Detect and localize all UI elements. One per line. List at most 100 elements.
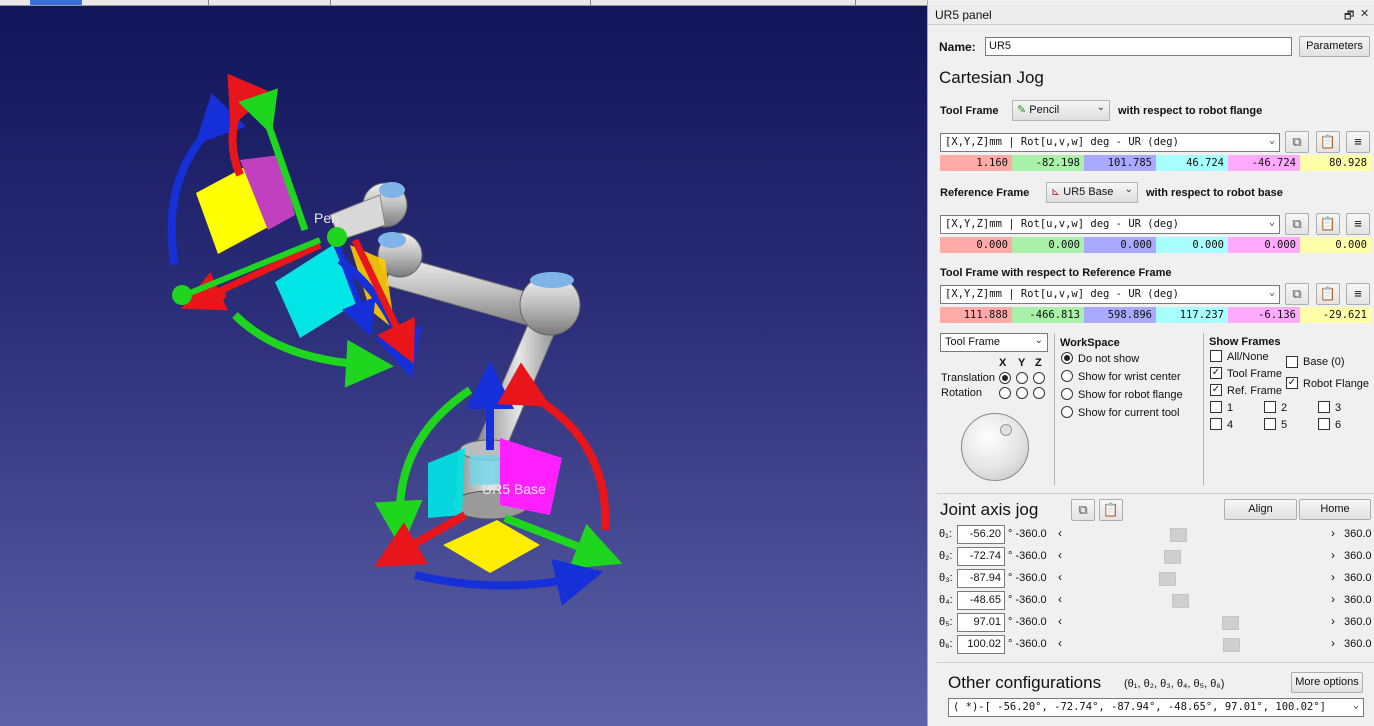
joint-slider-handle[interactable] bbox=[1222, 616, 1239, 630]
joint-slider[interactable] bbox=[1066, 638, 1329, 652]
tool-value-z[interactable]: 101.785 bbox=[1084, 155, 1156, 171]
joint-slider[interactable] bbox=[1066, 616, 1329, 630]
paste-tool-wrt-reference-button[interactable]: 📋 bbox=[1316, 283, 1340, 305]
workspace-wrist-center-label[interactable]: Show for wrist center bbox=[1078, 371, 1181, 383]
tool-wrt-ref-value-z[interactable]: 598.896 bbox=[1084, 307, 1156, 323]
robot-scene[interactable] bbox=[0, 0, 927, 726]
tool-frame-gizmo[interactable] bbox=[167, 73, 422, 388]
tool-wrt-ref-value-u[interactable]: 117.237 bbox=[1156, 307, 1228, 323]
copy-tool-wrt-reference-button[interactable]: ⧉ bbox=[1285, 283, 1309, 305]
align-button[interactable]: Align bbox=[1224, 499, 1297, 520]
joint-slider[interactable] bbox=[1066, 528, 1329, 542]
3d-viewport[interactable]: Pen UR5 Base bbox=[0, 0, 927, 726]
slider-left-arrow-icon[interactable]: ‹ bbox=[1058, 570, 1062, 584]
joint-value-input[interactable]: -48.65 bbox=[957, 591, 1005, 610]
reference-value-x[interactable]: 0.000 bbox=[940, 237, 1012, 253]
all-none-checkbox[interactable] bbox=[1210, 350, 1222, 362]
more-options-button[interactable]: More options bbox=[1291, 672, 1363, 693]
tool-frame-select[interactable]: ✎ Pencil ⌄ bbox=[1012, 100, 1110, 121]
frame-3-checkbox[interactable] bbox=[1318, 401, 1330, 413]
tool-value-u[interactable]: 46.724 bbox=[1156, 155, 1228, 171]
frame-2-checkbox[interactable] bbox=[1264, 401, 1276, 413]
joint-slider-handle[interactable] bbox=[1223, 638, 1240, 652]
slider-left-arrow-icon[interactable]: ‹ bbox=[1058, 548, 1062, 562]
base-label[interactable]: Base (0) bbox=[1303, 356, 1345, 368]
reference-value-y[interactable]: 0.000 bbox=[1012, 237, 1084, 253]
slider-left-arrow-icon[interactable]: ‹ bbox=[1058, 636, 1062, 650]
workspace-robot-flange-label[interactable]: Show for robot flange bbox=[1078, 389, 1183, 401]
jog-frame-select[interactable]: Tool Frame ⌄ bbox=[940, 333, 1048, 352]
tool-wrt-ref-value-x[interactable]: 111.888 bbox=[940, 307, 1012, 323]
menu-tool-wrt-reference-button[interactable]: ≡ bbox=[1346, 283, 1370, 305]
slider-right-arrow-icon[interactable]: › bbox=[1331, 526, 1335, 540]
translation-z-radio[interactable] bbox=[1033, 372, 1045, 384]
slider-right-arrow-icon[interactable]: › bbox=[1331, 614, 1335, 628]
frame-4-label[interactable]: 4 bbox=[1227, 419, 1233, 431]
reference-value-u[interactable]: 0.000 bbox=[1156, 237, 1228, 253]
frame-6-checkbox[interactable] bbox=[1318, 418, 1330, 430]
reference-format-select[interactable]: [X,Y,Z]mm | Rot[u,v,w] deg - UR (deg) ⌄ bbox=[940, 215, 1280, 234]
translation-x-radio[interactable] bbox=[999, 372, 1011, 384]
joint-slider-handle[interactable] bbox=[1172, 594, 1189, 608]
joint-slider[interactable] bbox=[1066, 594, 1329, 608]
reference-value-z[interactable]: 0.000 bbox=[1084, 237, 1156, 253]
tool-wrt-ref-value-y[interactable]: -466.813 bbox=[1012, 307, 1084, 323]
float-icon[interactable]: 🗗 bbox=[1344, 7, 1354, 26]
frame-5-checkbox[interactable] bbox=[1264, 418, 1276, 430]
menu-tool-button[interactable]: ≡ bbox=[1346, 131, 1370, 153]
slider-left-arrow-icon[interactable]: ‹ bbox=[1058, 614, 1062, 628]
workspace-do-not-show-label[interactable]: Do not show bbox=[1078, 353, 1139, 365]
slider-left-arrow-icon[interactable]: ‹ bbox=[1058, 592, 1062, 606]
translation-y-radio[interactable] bbox=[1016, 372, 1028, 384]
frame-1-label[interactable]: 1 bbox=[1227, 402, 1233, 414]
joint-slider-handle[interactable] bbox=[1159, 572, 1176, 586]
parameters-button[interactable]: Parameters bbox=[1299, 36, 1370, 57]
slider-right-arrow-icon[interactable]: › bbox=[1331, 636, 1335, 650]
tool-value-w[interactable]: 80.928 bbox=[1300, 155, 1371, 171]
frame-1-checkbox[interactable] bbox=[1210, 401, 1222, 413]
jog-dial[interactable] bbox=[961, 413, 1029, 481]
joint-slider-handle[interactable] bbox=[1170, 528, 1187, 542]
frame-4-checkbox[interactable] bbox=[1210, 418, 1222, 430]
name-input[interactable]: UR5 bbox=[985, 37, 1292, 56]
joint-value-input[interactable]: -72.74 bbox=[957, 547, 1005, 566]
robot-flange-checkbox[interactable]: ✓ bbox=[1286, 377, 1298, 389]
joint-value-input[interactable]: -56.20 bbox=[957, 525, 1005, 544]
tool-wrt-reference-format-select[interactable]: [X,Y,Z]mm | Rot[u,v,w] deg - UR (deg) ⌄ bbox=[940, 285, 1280, 304]
base-checkbox[interactable] bbox=[1286, 356, 1298, 368]
tool-wrt-ref-value-w[interactable]: -29.621 bbox=[1300, 307, 1371, 323]
reference-frame-select[interactable]: ⊾ UR5 Base ⌄ bbox=[1046, 182, 1138, 203]
close-icon[interactable]: ✕ bbox=[1360, 7, 1369, 20]
joint-value-input[interactable]: -87.94 bbox=[957, 569, 1005, 588]
slider-right-arrow-icon[interactable]: › bbox=[1331, 548, 1335, 562]
slider-right-arrow-icon[interactable]: › bbox=[1331, 570, 1335, 584]
workspace-current-tool-label[interactable]: Show for current tool bbox=[1078, 407, 1180, 419]
tool-wrt-ref-value-v[interactable]: -6.136 bbox=[1228, 307, 1300, 323]
workspace-current-tool-radio[interactable] bbox=[1061, 406, 1073, 418]
home-button[interactable]: Home bbox=[1299, 499, 1371, 520]
paste-tool-button[interactable]: 📋 bbox=[1316, 131, 1340, 153]
slider-right-arrow-icon[interactable]: › bbox=[1331, 592, 1335, 606]
copy-joints-button[interactable]: ⧉ bbox=[1071, 499, 1095, 521]
frame-5-label[interactable]: 5 bbox=[1281, 419, 1287, 431]
frame-3-label[interactable]: 3 bbox=[1335, 402, 1341, 414]
paste-joints-button[interactable]: 📋 bbox=[1099, 499, 1123, 521]
ref-frame-checkbox[interactable]: ✓ bbox=[1210, 384, 1222, 396]
slider-left-arrow-icon[interactable]: ‹ bbox=[1058, 526, 1062, 540]
configuration-select[interactable]: ( *)-[ -56.20°, -72.74°, -87.94°, -48.65… bbox=[948, 698, 1364, 717]
tool-format-select[interactable]: [X,Y,Z]mm | Rot[u,v,w] deg - UR (deg) ⌄ bbox=[940, 133, 1280, 152]
copy-reference-button[interactable]: ⧉ bbox=[1285, 213, 1309, 235]
rotation-z-radio[interactable] bbox=[1033, 387, 1045, 399]
reference-value-v[interactable]: 0.000 bbox=[1228, 237, 1300, 253]
copy-tool-button[interactable]: ⧉ bbox=[1285, 131, 1309, 153]
paste-reference-button[interactable]: 📋 bbox=[1316, 213, 1340, 235]
tool-frame-checkbox[interactable]: ✓ bbox=[1210, 367, 1222, 379]
tool-value-y[interactable]: -82.198 bbox=[1012, 155, 1084, 171]
workspace-wrist-center-radio[interactable] bbox=[1061, 370, 1073, 382]
rotation-x-radio[interactable] bbox=[999, 387, 1011, 399]
tool-value-v[interactable]: -46.724 bbox=[1228, 155, 1300, 171]
frame-6-label[interactable]: 6 bbox=[1335, 419, 1341, 431]
frame-2-label[interactable]: 2 bbox=[1281, 402, 1287, 414]
robot-flange-checkbox-label[interactable]: Robot Flange bbox=[1303, 378, 1369, 390]
joint-value-input[interactable]: 97.01 bbox=[957, 613, 1005, 632]
